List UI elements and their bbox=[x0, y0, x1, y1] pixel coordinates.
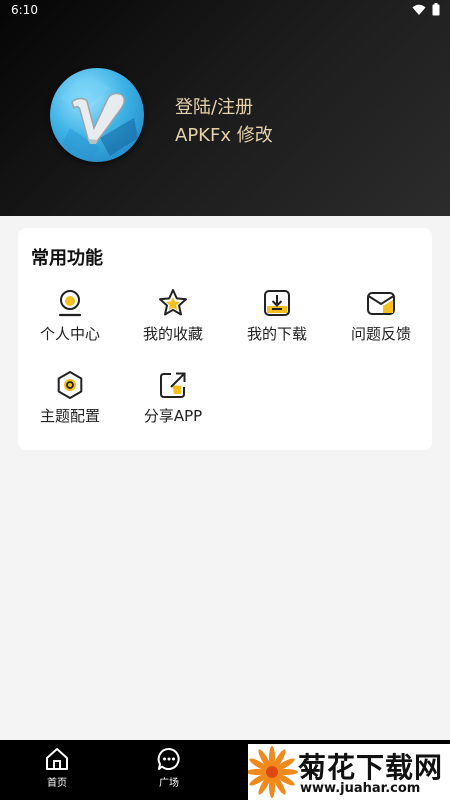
feature-personal-center[interactable]: 个人中心 bbox=[18, 287, 122, 357]
app-logo-icon bbox=[60, 76, 138, 160]
feature-label: 主题配置 bbox=[39, 407, 100, 425]
battery-icon bbox=[432, 3, 440, 16]
mail-icon bbox=[367, 292, 395, 315]
chat-icon bbox=[157, 747, 180, 770]
feature-label: 问题反馈 bbox=[350, 325, 411, 343]
status-icons bbox=[412, 3, 440, 16]
nav-label: 广场 bbox=[159, 778, 179, 789]
feature-label: 个人中心 bbox=[39, 325, 100, 343]
avatar[interactable] bbox=[50, 68, 144, 162]
watermark: 菊花下载网 www.juahar.com bbox=[248, 744, 450, 800]
share-icon bbox=[160, 372, 186, 398]
feature-my-favorites[interactable]: 我的收藏 bbox=[121, 287, 225, 357]
status-time: 6:10 bbox=[11, 3, 38, 17]
star-icon bbox=[159, 289, 187, 316]
home-icon bbox=[46, 748, 68, 770]
feature-label: 我的收藏 bbox=[142, 325, 203, 343]
profile-header: 6:10 登陆/注册 APKFx 修改 bbox=[0, 0, 450, 216]
feature-feedback[interactable]: 问题反馈 bbox=[329, 287, 433, 357]
login-register-link[interactable]: 登陆/注册 bbox=[175, 93, 253, 119]
nav-square[interactable]: 广场 bbox=[139, 746, 199, 789]
nav-label: 首页 bbox=[47, 778, 67, 789]
watermark-title: 菊花下载网 bbox=[298, 751, 444, 784]
profile-subtitle: APKFx 修改 bbox=[175, 125, 273, 146]
feature-theme-config[interactable]: 主题配置 bbox=[18, 369, 122, 439]
feature-label: 我的下载 bbox=[246, 325, 307, 343]
wifi-icon bbox=[412, 4, 426, 15]
feature-share-app[interactable]: 分享APP bbox=[121, 369, 225, 439]
feature-my-downloads[interactable]: 我的下载 bbox=[225, 287, 329, 357]
feature-label: 分享APP bbox=[143, 407, 203, 425]
chrysanthemum-logo-icon bbox=[248, 746, 298, 798]
section-title: 常用功能 bbox=[31, 248, 103, 269]
common-features-card: 常用功能 个人中心 我的收藏 我的下载 问题反馈 主题配置 分享APP bbox=[18, 228, 432, 450]
nav-home[interactable]: 首页 bbox=[27, 746, 87, 789]
status-bar: 6:10 bbox=[0, 0, 450, 22]
download-icon bbox=[264, 290, 290, 316]
user-icon bbox=[58, 290, 82, 317]
theme-icon bbox=[57, 371, 83, 399]
watermark-url: www.juahar.com bbox=[300, 781, 421, 796]
